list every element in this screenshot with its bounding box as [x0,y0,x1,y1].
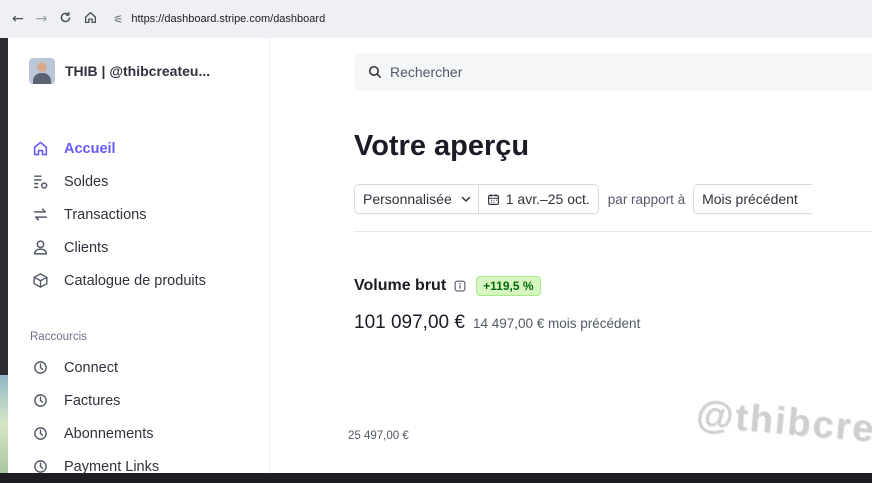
sidebar-item-soldes[interactable]: Soldes [30,165,206,198]
shortcuts-list: Connect Factures Abonnements Payment Lin… [30,351,159,483]
sidebar-item-label: Catalogue de produits [64,272,206,289]
browser-toolbar: ← → ⚟ https://dashboard.stripe.com/dashb… [0,0,872,39]
reload-icon[interactable] [59,11,72,27]
shortcut-label: Connect [64,359,119,376]
shortcut-label: Factures [64,392,121,409]
clock-icon [30,358,50,378]
main-nav: Accueil Soldes Transactions Clients Cata… [30,132,206,297]
shortcut-abonnements[interactable]: Abonnements [30,417,159,450]
sidebar-item-label: Accueil [64,140,116,157]
clock-icon [30,424,50,444]
back-arrow-icon[interactable]: ← [12,12,24,26]
sidebar: THIB | @thibcreateu... Accueil Soldes Tr… [8,38,270,475]
url-text[interactable]: https://dashboard.stripe.com/dashboard [131,13,325,25]
home-icon [30,139,50,159]
shortcut-connect[interactable]: Connect [30,351,159,384]
balances-icon [30,172,50,192]
sidebar-item-catalogue-de-produits[interactable]: Catalogue de produits [30,264,206,297]
shortcut-factures[interactable]: Factures [30,384,159,417]
sidebar-item-accueil[interactable]: Accueil [30,132,206,165]
sidebar-item-label: Soldes [64,173,109,190]
avatar [29,58,55,84]
transactions-icon [30,205,50,225]
reload-glyph [61,12,71,23]
address-bar[interactable]: ⚟ https://dashboard.stripe.com/dashboard [113,13,325,26]
sidebar-item-transactions[interactable]: Transactions [30,198,206,231]
home-glyph [85,11,97,24]
main-content: Rechercher Votre aperçu Personnalisée 1 … [270,38,872,473]
account-name: THIB | @thibcreateu... [65,63,211,79]
home-icon[interactable] [84,11,97,27]
stripe-dashboard: THIB | @thibcreateu... Accueil Soldes Tr… [8,38,872,475]
clock-icon [30,391,50,411]
site-settings-icon[interactable]: ⚟ [113,13,123,26]
shortcut-label: Abonnements [64,425,154,442]
shortcuts-heading: Raccourcis [30,331,87,343]
sidebar-item-clients[interactable]: Clients [30,231,206,264]
account-switcher[interactable]: THIB | @thibcreateu... [29,58,210,84]
shortcut-payment-links[interactable]: Payment Links [30,450,159,483]
sidebar-item-label: Transactions [64,206,147,223]
sidebar-item-label: Clients [64,239,109,256]
shortcut-label: Payment Links [64,458,160,475]
forward-arrow-icon[interactable]: → [36,12,48,26]
clock-icon [30,457,50,477]
product-catalog-icon [30,271,50,291]
customers-icon [30,238,50,258]
